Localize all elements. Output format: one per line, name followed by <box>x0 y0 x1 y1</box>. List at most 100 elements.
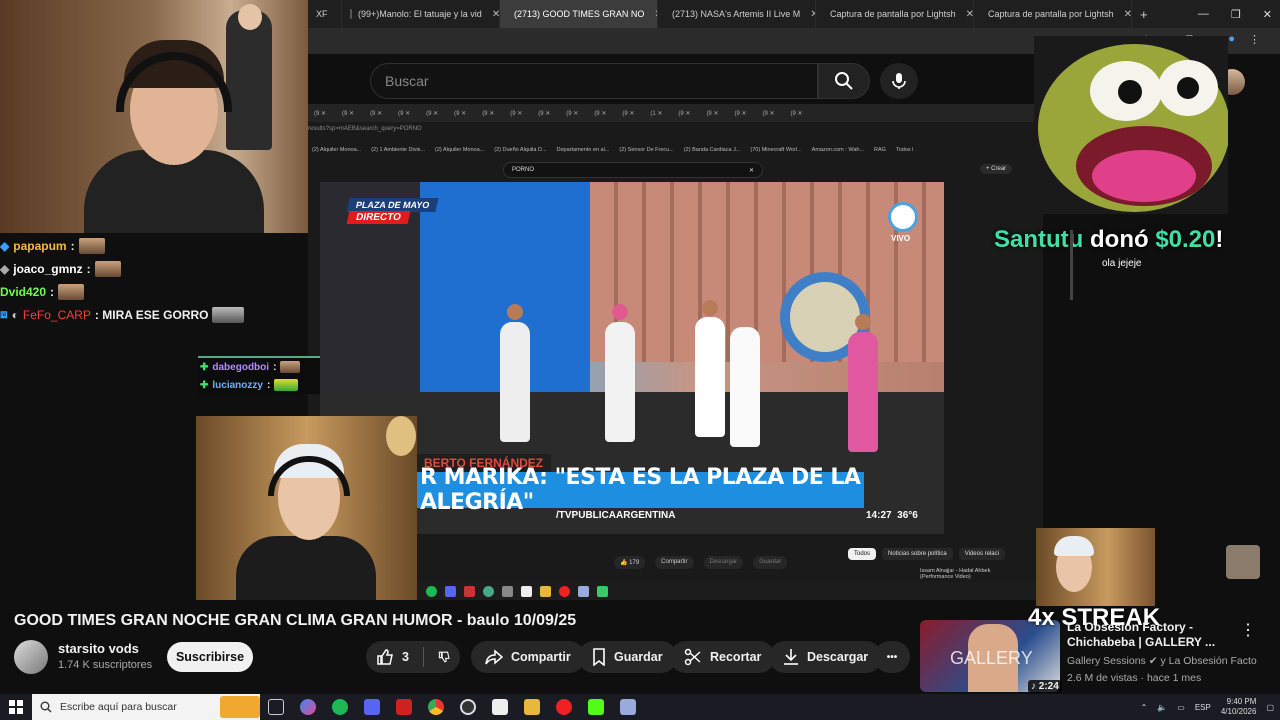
app-icon[interactable] <box>396 699 412 715</box>
bookmark: (2) Banda Cardiaca J... <box>683 147 741 153</box>
clock[interactable]: 9:40 PM 4/10/2026 <box>1221 697 1257 717</box>
video-duration: ♪ 2:24 <box>1028 680 1062 693</box>
bookmark: (2) 1 Ambiente Divis... <box>371 147 426 153</box>
bookmark: (2) Alquiler Monoa... <box>312 147 362 153</box>
channel-avatar[interactable] <box>14 640 48 674</box>
menu-dots-icon[interactable]: ⋮ <box>1249 33 1260 46</box>
nested-tab: (9 ✕ <box>706 110 719 117</box>
nested-tab: (9 ✕ <box>314 110 327 117</box>
app-icon <box>464 585 475 597</box>
close-tab-icon[interactable]: ✕ <box>492 9 499 20</box>
notification-icon[interactable]: ▢ <box>1266 703 1274 712</box>
nested-like: 👍 179 <box>614 556 646 569</box>
close-window-icon[interactable]: ✕ <box>1263 8 1272 21</box>
chyron-headline: R MARIKA: "ESTA ES LA PLAZA DE LA ALEGRÍ… <box>416 465 864 515</box>
search-button[interactable] <box>818 63 870 99</box>
nested-chip: Videos relaci <box>958 548 1005 560</box>
network-icon[interactable]: ▭ <box>1177 703 1185 712</box>
clip-button[interactable]: Recortar <box>670 641 776 673</box>
voice-search-button[interactable] <box>880 63 918 99</box>
emote <box>212 306 245 323</box>
kick-icon[interactable] <box>588 699 604 715</box>
chrome-icon[interactable] <box>428 699 444 715</box>
browser-tab[interactable]: Captura de pantalla por Lightsh ✕ <box>816 0 974 28</box>
folder-icon[interactable] <box>524 699 540 715</box>
badge-icon: ◆ <box>0 238 10 253</box>
emote <box>58 283 85 300</box>
close-tab-icon[interactable]: ✕ <box>1124 9 1131 20</box>
bookmark: Departamento en al... <box>556 147 610 153</box>
minimize-icon[interactable]: — <box>1198 8 1209 20</box>
donation-message: ola jejeje <box>1102 258 1142 269</box>
start-button[interactable] <box>0 694 32 720</box>
bookmark: Amazon.com : Wah... <box>811 147 865 153</box>
more-actions-button[interactable]: ••• <box>874 641 910 673</box>
spotify-icon[interactable] <box>332 699 348 715</box>
tiny-webcam-thumb <box>1226 545 1260 579</box>
secondary-chat: ✚ dabegodboi : ✚ lucianozzy : <box>198 356 320 394</box>
speaker-icon[interactable]: 🔈 <box>1157 703 1167 712</box>
new-tab-button[interactable]: + <box>1132 0 1156 28</box>
more-options-icon[interactable]: ⋮ <box>1240 620 1256 640</box>
app-icon[interactable] <box>492 699 508 715</box>
app-icon <box>521 585 532 597</box>
recommended-title[interactable]: La Obsesión Factory - Chichabeba | GALLE… <box>1067 620 1237 650</box>
subscribe-button[interactable]: Suscribirse <box>167 642 253 672</box>
nested-tab-strip: (9 ✕ (9 ✕ (9 ✕ (9 ✕ (9 ✕ (9 ✕ (9 ✕ (9 ✕ (9 ✕ (9 ✕… <box>308 104 1043 122</box>
recommended-channel[interactable]: Gallery Sessions ✔ y La Obsesión Facto..… <box>1067 655 1257 667</box>
background-figure <box>226 10 272 150</box>
verified-icon: ✔ <box>1148 655 1158 667</box>
nested-tab: (9 ✕ <box>538 110 551 117</box>
pepe-emote-alert <box>1034 36 1228 214</box>
share-button[interactable]: Compartir <box>471 641 585 673</box>
guest-webcam-small <box>1036 528 1155 606</box>
performer <box>605 322 635 442</box>
chat-message: ◆ papapum : <box>0 234 300 257</box>
profile-icon[interactable]: ● <box>1228 33 1235 46</box>
browser-tab[interactable]: (99+)Manolo: El tatuaje y la vid ✕ <box>342 0 500 28</box>
chyron-handle: /TVPUBLICAARGENTINA <box>556 510 676 521</box>
guest-webcam <box>196 416 417 600</box>
chevron-up-icon[interactable]: ⌃ <box>1141 703 1148 712</box>
browser-tab[interactable]: (2713) NASA's Artemis II Live M✕ <box>658 0 816 28</box>
obs-icon[interactable] <box>460 699 476 715</box>
browser-tab[interactable]: Captura de pantalla por Lightsh ✕ <box>974 0 1132 28</box>
download-icon <box>784 649 798 665</box>
spotify-icon <box>426 585 437 597</box>
restore-icon[interactable]: ❐ <box>1231 8 1241 21</box>
chrome-icon <box>483 585 494 597</box>
download-button[interactable]: Descargar <box>769 641 883 673</box>
nested-tab: (9 ✕ <box>510 110 523 117</box>
save-button[interactable]: Guardar <box>578 641 677 673</box>
copilot-icon[interactable] <box>300 699 316 715</box>
like-button[interactable]: 3 <box>376 648 409 666</box>
chat-message: ⧈ ◐ FeFo_CARP : MIRA ESE GORRO <box>0 303 300 326</box>
nested-tab: (9 ✕ <box>482 110 495 117</box>
language-indicator[interactable]: ESP <box>1195 703 1211 712</box>
close-tab-icon[interactable]: ✕ <box>966 9 973 20</box>
taskbar-search-input[interactable]: Escribe aquí para buscar <box>32 694 260 720</box>
task-view-icon[interactable] <box>268 699 284 715</box>
browser-tab-bar: XF (99+)Manolo: El tatuaje y la vid ✕ (27… <box>308 0 1280 28</box>
microphone-icon <box>892 73 906 89</box>
browser-tab[interactable]: XF <box>308 0 342 28</box>
browser-tab-active[interactable]: (2713) GOOD TIMES GRAN NO✕ <box>500 0 658 28</box>
opera-icon <box>559 585 570 597</box>
scrollbar-thumb[interactable] <box>1070 230 1073 300</box>
lamp <box>386 416 416 456</box>
nested-tab: (9 ✕ <box>734 110 747 117</box>
system-tray: ⌃ 🔈 ▭ ESP 9:40 PM 4/10/2026 ▢ <box>1141 694 1274 720</box>
opera-icon[interactable] <box>556 699 572 715</box>
performer-head <box>507 304 523 320</box>
divider <box>422 647 424 667</box>
nested-tab: (1 ✕ <box>650 110 663 117</box>
search-input[interactable]: Buscar <box>370 63 818 99</box>
discord-icon[interactable] <box>364 699 380 715</box>
nested-tab: (9 ✕ <box>622 110 635 117</box>
directo-label: DIRECTO <box>346 211 411 224</box>
thumbs-down-icon[interactable] <box>438 648 450 666</box>
app-icon[interactable] <box>620 699 636 715</box>
nested-taskbar <box>308 582 1043 600</box>
chyron-time: 14:27 36°6 <box>866 510 918 521</box>
channel-name[interactable]: starsito vods <box>58 641 139 656</box>
